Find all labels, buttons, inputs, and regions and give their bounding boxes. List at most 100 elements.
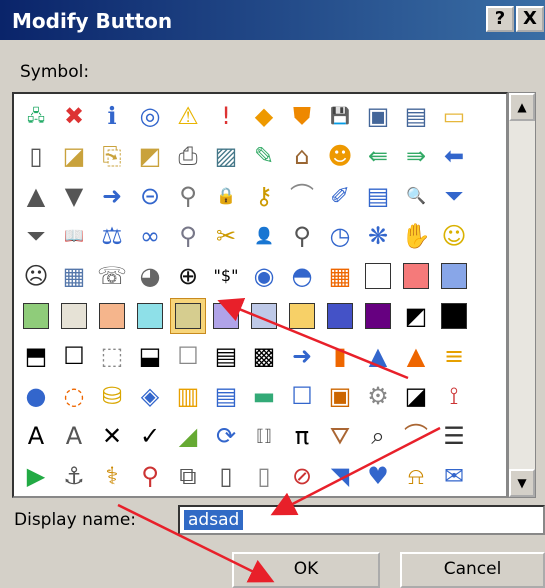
symbol-cell[interactable]: "$" xyxy=(208,258,244,294)
symbol-cell[interactable] xyxy=(56,298,92,334)
symbol-cell[interactable]: 💾 xyxy=(322,98,358,134)
symbol-cell[interactable]: ◉ xyxy=(246,258,282,294)
symbol-cell[interactable]: 📖 xyxy=(56,218,92,254)
symbol-cell[interactable]: ⚠ xyxy=(170,98,206,134)
symbol-cell[interactable]: ▬ xyxy=(246,378,282,414)
symbol-cell[interactable]: ◆ xyxy=(246,98,282,134)
scroll-up-button[interactable]: ▲ xyxy=(509,93,535,121)
symbol-cell[interactable]: ▣ xyxy=(322,378,358,414)
symbol-cell[interactable]: ▤ xyxy=(208,378,244,414)
symbol-cell[interactable]: ✓ xyxy=(132,418,168,454)
symbol-cell[interactable]: ℹ xyxy=(94,98,130,134)
symbol-cell[interactable]: ⊝ xyxy=(132,178,168,214)
symbol-cell[interactable]: ☐ xyxy=(170,338,206,374)
symbol-cell[interactable]: ☺ xyxy=(436,218,472,254)
symbol-cell[interactable]: ▯ xyxy=(208,458,244,494)
symbol-cell[interactable]: ▤ xyxy=(208,338,244,374)
symbol-cell[interactable]: ☐ xyxy=(284,378,320,414)
symbol-cell[interactable]: ◢ xyxy=(170,418,206,454)
symbol-cell[interactable] xyxy=(18,298,54,334)
symbol-cell[interactable]: ⚓ xyxy=(56,458,92,494)
symbol-cell[interactable]: ⬅ xyxy=(436,138,472,174)
symbol-cell[interactable]: ▶ xyxy=(18,458,54,494)
symbol-cell[interactable]: ⛊ xyxy=(284,98,320,134)
symbol-cell[interactable]: ⌕ xyxy=(360,418,396,454)
symbol-cell[interactable]: ⟟ xyxy=(436,378,472,414)
symbol-cell[interactable]: ☹ xyxy=(18,258,54,294)
symbol-cell[interactable]: ✎ xyxy=(246,138,282,174)
symbol-cell[interactable]: ➜ xyxy=(284,338,320,374)
symbol-cell[interactable]: ◓ xyxy=(284,258,320,294)
symbol-cell[interactable]: 🖧 xyxy=(18,98,54,134)
symbol-cell[interactable]: ✕ xyxy=(94,418,130,454)
display-name-input[interactable]: adsad xyxy=(178,505,545,535)
symbol-cell[interactable]: 👤 xyxy=(246,218,282,254)
symbol-cell[interactable]: A xyxy=(56,418,92,454)
symbol-cell[interactable]: π xyxy=(284,418,320,454)
symbol-cell[interactable]: ◕ xyxy=(132,258,168,294)
symbol-cell[interactable]: ⚷ xyxy=(246,178,282,214)
symbol-cell[interactable]: ⏷ xyxy=(436,178,472,214)
symbol-cell[interactable]: ▣ xyxy=(360,98,396,134)
symbol-cell[interactable] xyxy=(322,298,358,334)
symbol-cell[interactable]: ⬚ xyxy=(94,338,130,374)
symbol-cell[interactable]: ☰ xyxy=(436,418,472,454)
cancel-button[interactable]: Cancel xyxy=(400,552,545,588)
ok-button[interactable]: OK xyxy=(232,552,380,588)
symbol-grid[interactable]: 🖧 ✖ ℹ ◎ ⚠! ◆ ⛊ 💾 ▣ ▤ ▭ ▯ ◪ ⎘ ◩ ⎙ ▨ ✎ ⌂ ☻ ⇚ ⇛ ⬅ ▲ ▼ ➜ ⊝ ⚲ 🔒 ⚷ ⌒ ✐ ▤ 🔍 ⏷ ⏷ 📖 ⚖ ∞… xyxy=(12,92,508,498)
symbol-cell[interactable]: ⌒ xyxy=(398,418,434,454)
close-button[interactable]: X xyxy=(516,6,544,32)
symbol-cell[interactable]: ◪ xyxy=(398,378,434,414)
symbol-cell[interactable]: ☐ xyxy=(56,338,92,374)
symbol-cell[interactable] xyxy=(94,298,130,334)
symbol-cell[interactable]: ⚖ xyxy=(94,218,130,254)
symbol-cell[interactable]: ▩ xyxy=(246,338,282,374)
symbol-cell[interactable]: 🔒 xyxy=(208,178,244,214)
symbol-cell[interactable]: ☏ xyxy=(94,258,130,294)
symbol-cell[interactable]: ⇛ xyxy=(398,138,434,174)
help-button[interactable]: ? xyxy=(486,6,514,32)
symbol-cell-selected[interactable] xyxy=(170,298,206,334)
symbol-cell[interactable]: ⛁ xyxy=(94,378,130,414)
symbol-cell[interactable]: ❋ xyxy=(360,218,396,254)
symbol-cell[interactable]: ▦ xyxy=(322,258,358,294)
symbol-cell[interactable]: ⧉ xyxy=(170,458,206,494)
symbol-cell[interactable]: ⚲ xyxy=(170,218,206,254)
display-name-value[interactable]: adsad xyxy=(184,510,244,530)
symbol-cell[interactable]: ◩ xyxy=(132,138,168,174)
symbol-cell[interactable]: ⚲ xyxy=(132,458,168,494)
symbol-cell[interactable] xyxy=(436,298,472,334)
symbol-cell[interactable]: ▤ xyxy=(398,98,434,134)
symbol-cell[interactable]: ⛛ xyxy=(322,418,358,454)
symbol-cell[interactable] xyxy=(360,258,396,294)
symbol-cell[interactable]: ◈ xyxy=(132,378,168,414)
symbol-cell[interactable]: ⎙ xyxy=(170,138,206,174)
symbol-cell[interactable]: ! xyxy=(208,98,244,134)
symbol-cell[interactable]: ⬒ xyxy=(18,338,54,374)
symbol-cell[interactable] xyxy=(398,258,434,294)
symbol-cell[interactable]: ⇚ xyxy=(360,138,396,174)
symbol-cell[interactable]: ⚙ xyxy=(360,378,396,414)
symbol-cell[interactable]: ▯ xyxy=(18,138,54,174)
symbol-cell[interactable]: ⬓ xyxy=(132,338,168,374)
symbol-cell[interactable]: ⟦⟧ xyxy=(246,418,282,454)
symbol-cell[interactable]: ⍾ xyxy=(398,458,434,494)
symbol-cell[interactable]: ● xyxy=(18,378,54,414)
symbol-cell[interactable]: ◌ xyxy=(56,378,92,414)
symbol-cell[interactable]: ◪ xyxy=(56,138,92,174)
symbol-cell[interactable]: ▲ xyxy=(18,178,54,214)
symbol-cell[interactable]: ∞ xyxy=(132,218,168,254)
symbol-cell[interactable]: ➜ xyxy=(94,178,130,214)
symbol-cell[interactable]: ▲ xyxy=(398,338,434,374)
symbol-cell[interactable] xyxy=(436,258,472,294)
symbol-cell[interactable]: ⚲ xyxy=(284,218,320,254)
symbol-cell[interactable] xyxy=(284,298,320,334)
symbol-cell[interactable]: ◩ xyxy=(398,298,434,334)
symbol-cell[interactable] xyxy=(132,298,168,334)
symbol-cell[interactable]: ✐ xyxy=(322,178,358,214)
symbol-cell[interactable]: ⏷ xyxy=(18,218,54,254)
symbol-cell[interactable] xyxy=(208,298,244,334)
symbol-cell[interactable]: ◥ xyxy=(322,458,358,494)
symbol-cell[interactable] xyxy=(246,298,282,334)
symbol-cell[interactable]: ✖ xyxy=(56,98,92,134)
